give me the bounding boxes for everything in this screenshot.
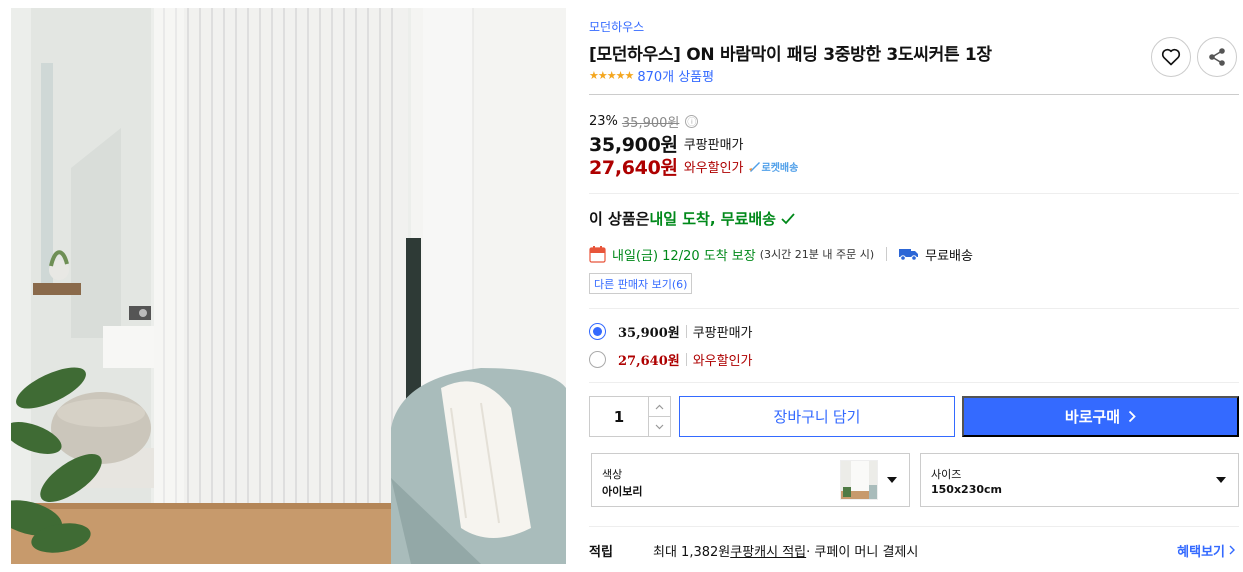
options-divider xyxy=(589,382,1239,383)
quantity-arrows xyxy=(648,397,670,436)
info-icon[interactable]: ⓘ xyxy=(685,115,699,128)
dropdown-caret-icon xyxy=(887,477,897,483)
option-separator xyxy=(685,353,687,366)
title-divider xyxy=(589,94,1239,95)
member-price: 27,640원 xyxy=(589,157,678,179)
rocket-delivery-badge: 로켓배송 xyxy=(748,159,799,174)
member-price-row: 27,640원 와우할인가 로켓배송 xyxy=(589,153,798,180)
size-select-label: 사이즈 xyxy=(931,468,962,481)
rocket-icon xyxy=(748,161,760,172)
color-select[interactable]: 색상 아이보리 xyxy=(591,453,910,507)
delivery-separator xyxy=(886,247,888,261)
color-select-label: 색상 xyxy=(602,468,623,481)
other-sellers-button[interactable]: 다른 판매자 보기(6) xyxy=(589,273,693,294)
color-option-thumbnail xyxy=(840,460,878,500)
star-rating-icon: ★★★★★ xyxy=(589,68,634,82)
points-row: 적립 최대 1,382원 쿠팡캐시 적립 · 쿠페이 머니 결제시 혜택보기 xyxy=(589,540,1239,560)
color-select-value: 아이보리 xyxy=(602,485,643,498)
discount-row: 23% 35,900원 ⓘ xyxy=(589,112,699,131)
quantity-input[interactable]: 1 xyxy=(590,397,648,436)
selectors-divider xyxy=(589,526,1239,527)
review-count-link[interactable]: 870개 상품평 xyxy=(637,66,714,85)
member-price-label: 와우할인가 xyxy=(683,161,744,176)
original-price: 35,900원 xyxy=(621,116,680,131)
quantity-decrease-button[interactable] xyxy=(649,417,670,436)
size-select[interactable]: 사이즈 150x230cm xyxy=(920,453,1239,507)
product-info-panel: 모던하우스 [모던하우스] ON 바람막이 패딩 3중방한 3도씨커튼 1장 ★… xyxy=(589,0,1239,572)
chevron-right-icon xyxy=(1229,545,1235,555)
benefit-link-label: 혜택보기 xyxy=(1177,544,1225,560)
free-shipping-label: 무료배송 xyxy=(925,248,973,264)
option-label: 쿠팡판매가 xyxy=(692,326,753,341)
product-main-image[interactable] xyxy=(11,8,566,564)
price-option-radio[interactable] xyxy=(589,351,606,368)
sale-price-label: 쿠팡판매가 xyxy=(683,138,744,153)
add-to-cart-label: 장바구니 담기 xyxy=(773,409,861,426)
discount-rate: 23% xyxy=(589,114,618,129)
option-price: 27,640원 xyxy=(618,354,680,369)
price-option-coupang[interactable]: 35,900원 쿠팡판매가 xyxy=(589,322,753,341)
size-select-value: 150x230cm xyxy=(931,483,1003,496)
share-button[interactable] xyxy=(1197,37,1237,77)
brand-link[interactable]: 모던하우스 xyxy=(589,18,644,35)
arrival-guarantee: 내일(금) 12/20 도착 보장 xyxy=(612,248,756,264)
truck-icon xyxy=(899,249,919,261)
delivery-info-row: 내일(금) 12/20 도착 보장 (3시간 21분 내 주문 시) 무료배송 xyxy=(589,243,973,265)
buy-now-label: 바로구매 xyxy=(1064,409,1121,426)
product-title: [모던하우스] ON 바람막이 패딩 3중방한 3도씨커튼 1장 xyxy=(589,45,992,65)
option-separator xyxy=(685,325,687,338)
price-option-wow[interactable]: 27,640원 와우할인가 xyxy=(589,350,753,369)
price-divider xyxy=(589,193,1239,194)
delivery-head-prefix: 이 상품은 xyxy=(589,210,650,228)
points-prefix: 최대 1,382원 xyxy=(653,544,731,560)
delivery-divider xyxy=(589,308,1239,309)
rocket-delivery-label: 로켓배송 xyxy=(761,163,799,174)
delivery-head-highlight: 내일 도착, 무료배송 xyxy=(649,210,776,228)
price-option-radio-selected[interactable] xyxy=(589,323,606,340)
check-icon xyxy=(781,212,795,224)
dropdown-caret-icon xyxy=(1216,477,1226,483)
points-suffix: · 쿠페이 머니 결제시 xyxy=(806,544,919,560)
option-price: 35,900원 xyxy=(618,326,680,341)
quantity-stepper[interactable]: 1 xyxy=(589,396,671,437)
chevron-right-icon xyxy=(1128,410,1136,423)
curtain-room-photo xyxy=(11,8,566,564)
delivery-headline: 이 상품은 내일 도착, 무료배송 xyxy=(589,208,796,229)
rating-summary[interactable]: ★★★★★ 870개 상품평 xyxy=(589,66,714,85)
share-icon xyxy=(1209,48,1225,66)
benefit-link[interactable]: 혜택보기 xyxy=(1177,541,1235,560)
buy-now-button[interactable]: 바로구매 xyxy=(962,396,1239,437)
option-label: 와우할인가 xyxy=(692,354,753,369)
points-label: 적립 xyxy=(589,544,613,560)
coupang-cash-link[interactable]: 쿠팡캐시 적립 xyxy=(730,541,806,560)
chevron-up-icon xyxy=(655,404,664,409)
wishlist-button[interactable] xyxy=(1151,37,1191,77)
calendar-icon xyxy=(589,246,606,263)
chevron-down-icon xyxy=(655,424,664,429)
quantity-increase-button[interactable] xyxy=(649,397,670,417)
add-to-cart-button[interactable]: 장바구니 담기 xyxy=(679,396,955,437)
heart-icon xyxy=(1161,48,1181,66)
order-deadline-note: (3시간 21분 내 주문 시) xyxy=(759,248,875,261)
